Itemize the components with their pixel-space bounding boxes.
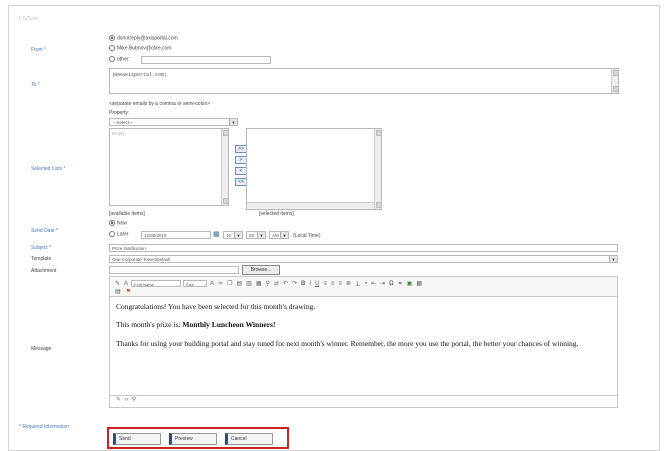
property-select[interactable]: ---Select--- ▼ xyxy=(109,118,238,126)
timezone-label: (Local Time) xyxy=(293,233,321,239)
to-hint: <separate emails by a comma or semi-colo… xyxy=(109,101,211,107)
compose-form: US/Suite From * donotreply@axisportal.co… xyxy=(8,5,660,451)
property-label: Property: xyxy=(109,110,130,116)
to-scrollbar[interactable] xyxy=(611,69,619,93)
hour-select[interactable]: 10 ▼ xyxy=(223,231,243,239)
editor-mode-bar: ✎ ‹› ⚲ xyxy=(109,396,618,408)
message-label: Message xyxy=(31,346,52,352)
replace-icon[interactable]: ⇄ xyxy=(274,280,279,287)
align-right-icon[interactable]: ≡ xyxy=(338,281,342,287)
table-icon[interactable]: ▦ xyxy=(416,280,422,287)
to-label: To * xyxy=(31,82,40,88)
text-color-icon[interactable]: A xyxy=(210,281,214,287)
template-select[interactable]: One Corporate Tower/Default ▼ xyxy=(109,255,618,263)
message-line-2: This month's prize is: Monthly Luncheon … xyxy=(116,320,276,330)
chevron-down-icon: ▼ xyxy=(609,256,617,262)
chevron-down-icon: ▼ xyxy=(229,119,237,125)
message-editor[interactable]: Congratulations! You have been selected … xyxy=(109,296,618,396)
template-label: Template xyxy=(31,256,52,262)
link-icon[interactable]: ⚭ xyxy=(398,280,403,287)
selected-scrollbar[interactable] xyxy=(374,129,382,209)
font-name-select[interactable]: Font Name xyxy=(131,280,182,287)
outdent-icon[interactable]: ⇤ xyxy=(371,280,376,287)
from-radio-other[interactable] xyxy=(109,56,115,62)
calendar-icon[interactable]: ▦ xyxy=(213,230,220,238)
message-line-3: Thanks for using your building portal an… xyxy=(116,338,579,348)
design-mode-icon[interactable]: ✎ xyxy=(116,397,121,403)
chevron-down-icon: ▼ xyxy=(234,232,242,238)
from-label: From * xyxy=(31,47,46,53)
justify-icon[interactable]: ≣ xyxy=(346,280,351,287)
browse-button[interactable]: Browse... xyxy=(242,265,280,275)
paint-format-icon[interactable]: ✎ xyxy=(115,280,120,287)
italic-icon[interactable]: I xyxy=(309,281,311,287)
media-icon[interactable]: ▤ xyxy=(115,288,121,295)
indent-icon[interactable]: ⇥ xyxy=(380,280,385,287)
bold-icon[interactable]: B xyxy=(301,281,305,287)
subject-label: Subject * xyxy=(31,245,52,251)
subject-input[interactable]: Prize Notification xyxy=(109,244,618,252)
available-scrollbar[interactable] xyxy=(221,129,229,205)
align-left-icon[interactable]: ≡ xyxy=(323,281,327,287)
copy-icon[interactable]: ❐ xyxy=(227,280,232,287)
attachment-label: Attachment xyxy=(31,268,57,274)
redo-icon[interactable]: ↷ xyxy=(292,280,297,287)
send-date-label: Send Date * xyxy=(31,228,58,234)
paste-word-icon[interactable]: ▦ xyxy=(256,280,262,287)
image-icon[interactable]: ▣ xyxy=(407,280,413,287)
send-now-radio[interactable] xyxy=(109,220,115,226)
bullet-list-icon[interactable]: • xyxy=(365,281,367,287)
editor-toolbar: ✎ A Font Name Size A ✂ ❐ ▤ ▥ ▦ ⚲ ⇄ ↶ ↷ B… xyxy=(109,276,618,296)
cut-icon[interactable]: ✂ xyxy=(218,280,223,287)
clear-format-icon[interactable]: A xyxy=(124,281,128,287)
attachment-input[interactable] xyxy=(109,266,239,274)
undo-icon[interactable]: ↶ xyxy=(283,280,288,287)
selected-caption: [selected items] xyxy=(259,211,294,217)
send-date-input[interactable]: 12/30/2019 xyxy=(141,231,211,239)
preview-mode-icon[interactable]: ⚲ xyxy=(132,397,136,403)
from-option-0[interactable]: donotreply@axisportal.com xyxy=(109,35,178,41)
underline-icon[interactable]: U xyxy=(315,281,319,287)
html-mode-icon[interactable]: ‹› xyxy=(124,397,128,403)
find-icon[interactable]: ⚲ xyxy=(266,280,270,287)
from-radio-1[interactable] xyxy=(109,45,115,51)
paste-text-icon[interactable]: ▥ xyxy=(246,280,252,287)
special-char-icon[interactable]: Ω xyxy=(389,281,394,287)
breadcrumb: US/Suite xyxy=(19,16,39,22)
to-textarea[interactable]: peeaxisportal.com; xyxy=(109,68,619,94)
available-caption: [available items] xyxy=(109,211,145,217)
from-option-1[interactable]: Mike.Bubnov@cbre.com xyxy=(109,45,172,51)
required-info-note: * Required Information xyxy=(19,424,70,430)
send-later-radio[interactable] xyxy=(109,231,115,237)
from-option-other[interactable]: other: xyxy=(109,56,130,62)
flash-icon[interactable]: ⚑ xyxy=(126,288,131,295)
selected-h-scrollbar[interactable] xyxy=(247,202,374,209)
from-other-input[interactable] xyxy=(141,56,271,64)
send-later-option[interactable]: Later xyxy=(109,231,128,237)
preview-button[interactable]: Preview xyxy=(169,433,217,445)
action-buttons-group: Send Preview Cancel xyxy=(107,427,289,449)
selected-items-list[interactable] xyxy=(246,128,382,210)
font-size-select[interactable]: Size xyxy=(183,280,208,287)
prize-name: Monthly Luncheon Winners! xyxy=(182,320,276,330)
send-button[interactable]: Send xyxy=(113,433,161,445)
paste-icon[interactable]: ▤ xyxy=(236,280,242,287)
cancel-button[interactable]: Cancel xyxy=(225,433,273,445)
from-radio-0[interactable] xyxy=(109,35,115,41)
chevron-down-icon: ▼ xyxy=(280,232,288,238)
align-center-icon[interactable]: ≡ xyxy=(331,281,335,287)
ampm-select[interactable]: AM ▼ xyxy=(269,231,289,239)
minute-select[interactable]: 20 ▼ xyxy=(246,231,266,239)
ordered-list-icon[interactable]: ⒈ xyxy=(355,279,361,288)
chevron-down-icon: ▼ xyxy=(257,232,265,238)
selected-lists-label: Selected Lists * xyxy=(31,166,66,172)
message-line-1: Congratulations! You have been selected … xyxy=(116,302,316,311)
available-items-list[interactable]: Empty xyxy=(109,128,229,206)
send-now-option[interactable]: Now xyxy=(109,220,127,226)
